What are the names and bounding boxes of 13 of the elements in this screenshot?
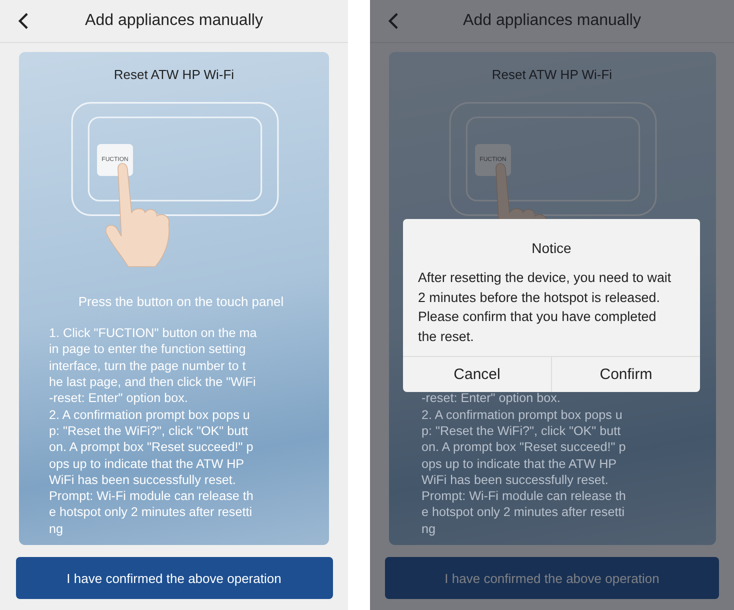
confirm-button[interactable]: Confirm xyxy=(551,357,700,392)
back-icon[interactable] xyxy=(18,12,29,30)
page-title: Add appliances manually xyxy=(85,12,263,30)
page-title: Add appliances manually xyxy=(463,12,641,30)
card-title: Reset ATW HP Wi-Fi xyxy=(492,67,612,82)
instruction-text: 1. Click "FUCTION" button on the ma in page to enter the function setting interface, turn the page number to t he last page, and then click the "WiFi -reset: Enter" option box. 2. A confirmation prompt box pops u p: "Reset the WiFi?", click "OK" butt on. A prompt box "Reset succeed!" p ops up to indicate that the ATW HP WiFi has been successfully reset. Prompt: Wi-Fi module can release th e hotspot only 2 minutes after resetti ng xyxy=(49,325,258,537)
instruction-text: -reset: Enter" option box. 2. A confirmation prompt box pops u p: "Reset the WiFi?", click "OK" butt on. A prompt box "Reset succeed!" p ops up to indicate that the ATW HP WiFi has been successfully reset. Prompt: Wi-Fi module can release th e hotspot only 2 minutes after resetti ng xyxy=(422,390,627,537)
card-title: Reset ATW HP Wi-Fi xyxy=(114,67,234,82)
dialog-title: Notice xyxy=(530,240,572,256)
cancel-button[interactable]: Cancel xyxy=(403,357,551,392)
confirm-operation-button[interactable]: I have confirmed the above operation xyxy=(16,557,332,599)
instruction-caption: Press the button on the touch panel xyxy=(77,294,285,310)
dialog-message: After resetting the device, you need to wait 2 minutes before the hotspot is released. Please confirm that you have completed the reset. xyxy=(418,269,672,346)
